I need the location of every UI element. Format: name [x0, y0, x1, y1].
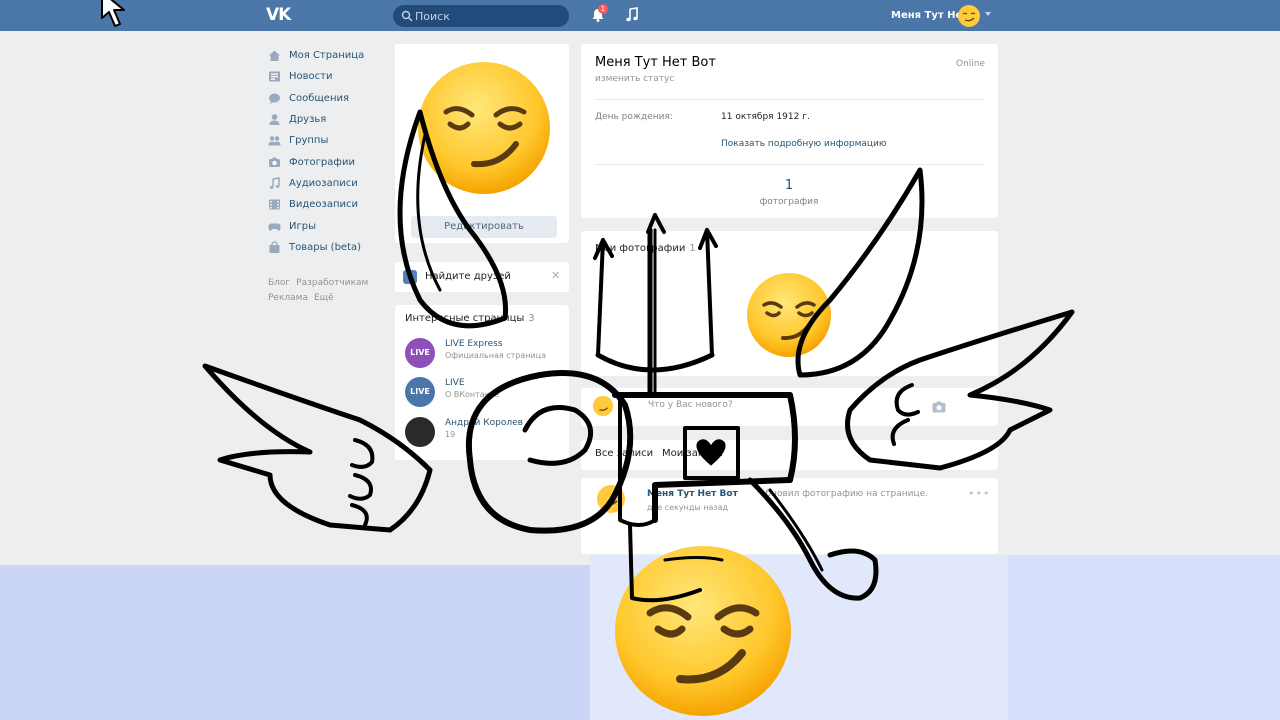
- search-input[interactable]: [415, 8, 560, 24]
- menu-item-label: Аудиозаписи: [289, 177, 358, 189]
- search-box[interactable]: [393, 5, 569, 27]
- menu-item-news[interactable]: Новости: [268, 66, 388, 87]
- page-avatar: LIVE: [405, 338, 435, 368]
- tab-my-posts[interactable]: Мои записи: [662, 448, 723, 459]
- menu-item-label: Новости: [289, 71, 333, 83]
- tab-all-posts[interactable]: Все записи: [595, 448, 653, 459]
- post-timestamp[interactable]: две секунды назад: [647, 503, 728, 512]
- menu-item-label: Игры: [289, 220, 316, 232]
- smirk-emoji-avatar[interactable]: [596, 484, 626, 514]
- left-menu: Моя Страница Новости Сообщения Друзья Гр…: [268, 45, 388, 258]
- menu-item-groups[interactable]: Группы: [268, 130, 388, 151]
- interesting-pages-count: 3: [528, 313, 535, 324]
- compose-post-input[interactable]: Что у Вас нового?: [648, 400, 733, 410]
- page-subtitle: О ВКонтакте: [445, 390, 500, 399]
- edit-profile-button[interactable]: Редактировать: [411, 216, 557, 238]
- list-item[interactable]: Андрей Королев 19: [405, 417, 565, 449]
- menu-item-friends[interactable]: Друзья: [268, 109, 388, 130]
- interesting-pages-title-text: Интересные страницы: [405, 313, 525, 324]
- online-status: Online: [956, 59, 986, 69]
- menu-item-label: Видеозаписи: [289, 199, 359, 211]
- menu-item-audio[interactable]: Аудиозаписи: [268, 173, 388, 194]
- page-avatar: LIVE: [405, 377, 435, 407]
- overlay-band-right: [1008, 555, 1280, 720]
- menu-item-market[interactable]: Товары (beta): [268, 237, 388, 258]
- page-name[interactable]: LIVE: [445, 378, 465, 388]
- photo-counter-label[interactable]: фотография: [755, 197, 823, 207]
- change-status-link[interactable]: изменить статус: [595, 74, 674, 84]
- search-icon: [401, 10, 413, 22]
- menu-item-photos[interactable]: Фотографии: [268, 151, 388, 172]
- list-item[interactable]: LIVE LIVE О ВКонтакте: [405, 377, 565, 409]
- post-action-text: обновил фотографию на странице.: [760, 489, 929, 499]
- smirk-emoji-avatar: [592, 395, 614, 417]
- interesting-pages-title[interactable]: Интересные страницы 3: [405, 313, 535, 324]
- profile-name: Меня Тут Нет Вот: [595, 55, 716, 70]
- smirk-emoji-photo[interactable]: [746, 272, 832, 358]
- page-subtitle: 19: [445, 430, 456, 439]
- show-details-link[interactable]: Показать подробную информацию: [721, 139, 886, 149]
- birthday-value[interactable]: 11 октября 1912 г.: [721, 112, 810, 122]
- menu-item-label: Группы: [289, 135, 329, 147]
- my-photos-count: 1: [689, 243, 696, 254]
- bag-icon: [269, 241, 280, 253]
- photo-counter-value[interactable]: 1: [780, 178, 798, 193]
- page-avatar: [405, 417, 435, 447]
- top-header: [0, 0, 1280, 31]
- vk-logo[interactable]: VK: [266, 5, 294, 25]
- post-author[interactable]: Меня Тут Нет Вот: [647, 489, 738, 499]
- chevron-down-icon[interactable]: [985, 12, 991, 16]
- menu-item-label: Моя Страница: [289, 50, 365, 62]
- smirk-emoji-avatar[interactable]: [416, 60, 552, 196]
- page-name[interactable]: Андрей Королев: [445, 418, 523, 428]
- menu-footer-links: Блог Разработчикам Реклама Ещё: [268, 276, 398, 306]
- messages-icon: [269, 93, 280, 104]
- menu-item-video[interactable]: Видеозаписи: [268, 194, 388, 215]
- camera-icon[interactable]: [932, 401, 946, 413]
- divider: [595, 99, 984, 100]
- home-icon: [269, 50, 280, 62]
- camera-icon: [269, 157, 280, 167]
- footer-link-blog[interactable]: Блог: [268, 278, 290, 288]
- news-icon: [269, 71, 280, 82]
- smirk-emoji-avatar[interactable]: [957, 4, 981, 28]
- birthday-label: День рождения:: [595, 112, 673, 122]
- close-icon[interactable]: ✕: [551, 269, 560, 282]
- page-subtitle: Официальная страница: [445, 351, 547, 360]
- smirk-emoji-sticker: [615, 546, 791, 716]
- list-item[interactable]: LIVE LIVE Express Официальная страница: [405, 338, 565, 370]
- my-photos-title-text: Мои фотографии: [595, 243, 686, 254]
- footer-link-ads[interactable]: Реклама: [268, 293, 308, 303]
- menu-item-messages[interactable]: Сообщения: [268, 88, 388, 109]
- add-friend-icon: [403, 270, 417, 284]
- page-name[interactable]: LIVE Express: [445, 339, 503, 349]
- music-icon[interactable]: [624, 7, 640, 23]
- friends-icon: [269, 114, 280, 126]
- groups-icon: [268, 136, 281, 146]
- gamepad-icon: [268, 223, 281, 231]
- divider: [595, 164, 984, 165]
- footer-link-more[interactable]: Ещё: [314, 293, 334, 303]
- mouse-cursor-icon: [101, 0, 125, 27]
- menu-item-my-page[interactable]: Моя Страница: [268, 45, 388, 66]
- menu-item-label: Товары (beta): [289, 241, 362, 253]
- music-icon: [269, 177, 280, 189]
- video-icon: [269, 199, 280, 210]
- menu-item-games[interactable]: Игры: [268, 215, 388, 236]
- more-options-icon[interactable]: •••: [968, 487, 990, 500]
- menu-item-label: Сообщения: [289, 92, 350, 104]
- my-photos-title[interactable]: Мои фотографии 1: [595, 243, 696, 254]
- menu-item-label: Фотографии: [289, 156, 355, 168]
- notification-badge: 1: [598, 4, 608, 14]
- menu-item-label: Друзья: [289, 114, 327, 126]
- find-friends-label[interactable]: Найдите друзей: [425, 271, 511, 282]
- footer-link-developers[interactable]: Разработчикам: [296, 278, 368, 288]
